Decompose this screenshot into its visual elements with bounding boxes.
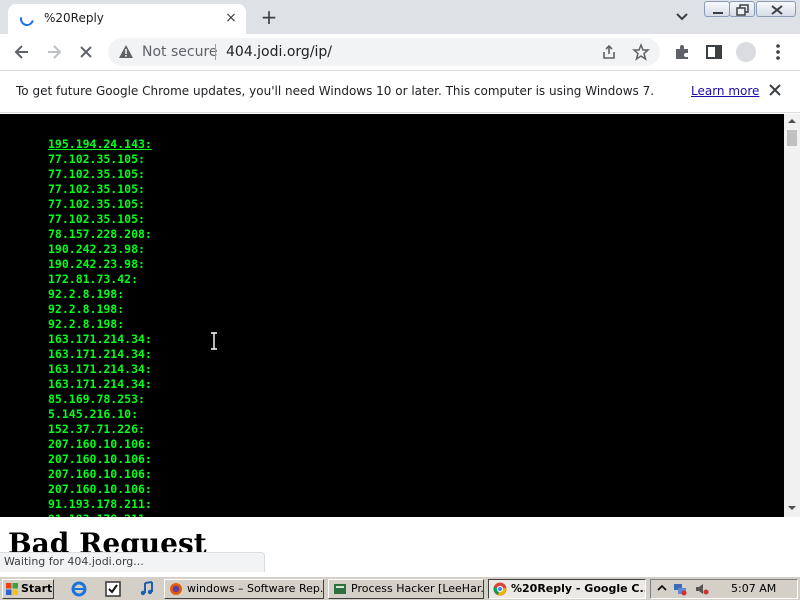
windows-flag-icon xyxy=(6,583,18,595)
ip-entry: 207.160.10.106: xyxy=(48,467,152,481)
tray-expand-icon[interactable] xyxy=(655,582,669,596)
ip-entry: 163.171.214.34: xyxy=(48,362,152,376)
ip-entry: 172.81.73.42: xyxy=(48,272,139,286)
page-viewport: 195.194.24.143: 77.102.35.105: 77.102.35.1… xyxy=(0,114,784,517)
ip-entry: 190.242.23.98: xyxy=(48,242,145,256)
infobar-close-icon[interactable] xyxy=(766,81,784,99)
ip-entry: 207.160.10.106: xyxy=(48,452,152,466)
infobar-message: To get future Google Chrome updates, you… xyxy=(16,84,655,98)
learn-more-link[interactable]: Learn more xyxy=(691,84,759,98)
update-infobar: To get future Google Chrome updates, you… xyxy=(0,71,800,113)
url-text[interactable]: 404.jodi.org/ip/ xyxy=(226,44,332,60)
ip-entry: 78.157.228.208: xyxy=(48,227,152,241)
chrome-icon xyxy=(493,582,507,596)
address-bar[interactable]: Not secure 404.jodi.org/ip/ xyxy=(108,38,660,66)
checkbox-app-icon[interactable] xyxy=(104,580,122,598)
taskbar-item-process-hacker[interactable]: Process Hacker [LeeHar... xyxy=(328,579,484,599)
share-icon[interactable] xyxy=(600,43,618,61)
browser-toolbar: Not secure 404.jodi.org/ip/ xyxy=(0,34,800,70)
volume-muted-icon[interactable] xyxy=(695,582,709,596)
music-note-icon[interactable] xyxy=(138,580,156,598)
window-minimize-button[interactable] xyxy=(704,1,730,17)
system-clock: 5:07 AM xyxy=(731,582,777,595)
task-label: windows – Software Rep... xyxy=(187,582,324,595)
ip-entry: 190.242.23.98: xyxy=(48,257,145,271)
window-close-button[interactable] xyxy=(756,1,796,17)
ip-entry: 77.102.35.105: xyxy=(48,212,145,226)
ip-entry: 92.2.8.198: xyxy=(48,317,125,331)
task-label: Process Hacker [LeeHar... xyxy=(351,582,484,595)
scroll-up-arrow-icon[interactable] xyxy=(788,117,796,125)
network-icon[interactable] xyxy=(673,582,687,596)
forward-arrow-icon[interactable] xyxy=(44,42,64,62)
ip-entry: 152.37.71.226: xyxy=(48,422,145,436)
ip-entry: 5.145.216.10: xyxy=(48,407,139,421)
back-arrow-icon[interactable] xyxy=(12,42,32,62)
ip-entry: 163.171.214.34: xyxy=(48,332,152,346)
profile-avatar[interactable] xyxy=(736,42,756,62)
scrollbar-thumb[interactable] xyxy=(787,130,797,146)
ip-entry: 77.102.35.105: xyxy=(48,167,145,181)
system-tray: 5:07 AM xyxy=(650,579,798,599)
windows-taskbar: Start windows – Software Rep... Process … xyxy=(0,576,800,600)
ip-entry: 207.160.10.106: xyxy=(48,482,152,496)
loading-spinner-icon xyxy=(17,9,37,29)
ip-entry: 91.193.178.211: xyxy=(48,497,152,511)
ip-entry: 77.102.35.105: xyxy=(48,182,145,196)
process-hacker-icon xyxy=(334,584,346,594)
side-panel-icon[interactable] xyxy=(704,42,724,62)
ip-entry: 207.160.10.106: xyxy=(48,437,152,451)
extensions-puzzle-icon[interactable] xyxy=(672,42,692,62)
ip-entry: 92.2.8.198: xyxy=(48,302,125,316)
status-bubble: Waiting for 404.jodi.org... xyxy=(0,552,265,572)
security-label[interactable]: Not secure xyxy=(142,44,218,60)
internet-explorer-icon[interactable] xyxy=(70,580,88,598)
page-lower-section: Bad Request Waiting for 404.jodi.org... xyxy=(0,517,800,576)
new-tab-button[interactable]: + xyxy=(258,6,280,28)
start-button[interactable]: Start xyxy=(2,579,54,599)
tab-search-icon[interactable] xyxy=(672,6,692,26)
ip-entry: 77.102.35.105: xyxy=(48,197,145,211)
ip-entry: 77.102.35.105: xyxy=(48,152,145,166)
window-restore-button[interactable] xyxy=(729,1,755,17)
ip-entry: 163.171.214.34: xyxy=(48,377,152,391)
ip-entry[interactable]: 195.194.24.143: xyxy=(48,137,152,152)
status-text: Waiting for 404.jodi.org... xyxy=(4,555,144,568)
ip-entry: 163.171.214.34: xyxy=(48,347,152,361)
tab-active[interactable]: %20Reply × xyxy=(8,4,246,34)
taskbar-item-firefox[interactable]: windows – Software Rep... xyxy=(164,579,324,599)
bookmark-star-icon[interactable] xyxy=(632,43,650,61)
ip-address-list: 195.194.24.143: 77.102.35.105: 77.102.35.1… xyxy=(48,137,152,517)
task-label: %20Reply - Google C... xyxy=(511,582,646,595)
text-cursor-icon xyxy=(211,332,217,350)
firefox-icon xyxy=(170,583,182,595)
scroll-down-arrow-icon[interactable] xyxy=(788,504,796,512)
start-label: Start xyxy=(21,582,53,595)
menu-kebab-icon[interactable] xyxy=(768,42,788,62)
ip-entry: 85.169.78.253: xyxy=(48,392,145,406)
warning-icon[interactable] xyxy=(118,44,134,60)
address-separator xyxy=(215,44,216,60)
ip-entry: 92.2.8.198: xyxy=(48,287,125,301)
stop-loading-icon[interactable] xyxy=(76,42,96,62)
tab-strip: %20Reply × + xyxy=(0,0,800,34)
page-scrollbar[interactable] xyxy=(784,114,800,517)
taskbar-item-chrome[interactable]: %20Reply - Google C... xyxy=(488,579,646,599)
tab-title: %20Reply xyxy=(44,11,104,25)
tab-close-icon[interactable]: × xyxy=(222,9,240,27)
